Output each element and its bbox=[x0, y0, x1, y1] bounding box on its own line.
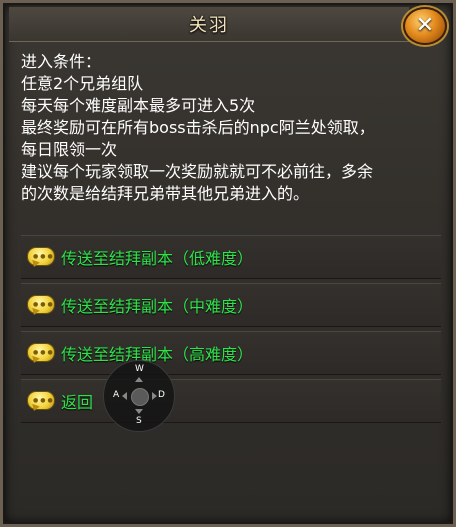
speech-bubble-icon: ●●● bbox=[27, 391, 55, 413]
speech-bubble-icon: ●●● bbox=[27, 247, 55, 269]
description-line: 任意2个兄弟组队 bbox=[21, 74, 144, 93]
joystick-right-label: D bbox=[158, 390, 165, 400]
joystick-down-label: S bbox=[136, 416, 142, 426]
arrow-up-icon bbox=[135, 377, 143, 382]
dialog-title-bar: 关羽 bbox=[9, 7, 409, 42]
option-label: 传送至结拜副本（低难度） bbox=[61, 249, 254, 268]
arrow-down-icon bbox=[135, 409, 143, 414]
description-line: 进入条件： bbox=[21, 52, 102, 71]
description-line: 建议每个玩家领取一次奖励就就可不必前往，多余 bbox=[21, 162, 374, 181]
option-teleport-high[interactable]: ●●● 传送至结拜副本（高难度） bbox=[21, 331, 441, 375]
description-line: 最终奖励可在所有boss击杀后的npc阿兰处领取， bbox=[21, 118, 375, 137]
speech-bubble-icon: ●●● bbox=[27, 295, 55, 317]
option-back[interactable]: ●●● 返回 bbox=[21, 379, 441, 423]
dialog-options: ●●● 传送至结拜副本（低难度） ●●● 传送至结拜副本（中难度） ●●● 传送… bbox=[21, 235, 441, 427]
close-icon: ✕ bbox=[415, 13, 435, 38]
dialog-title: 关羽 bbox=[189, 15, 229, 36]
speech-bubble-icon: ●●● bbox=[27, 343, 55, 365]
joystick-left-label: A bbox=[113, 390, 120, 400]
npc-dialog-panel: 关羽 ✕ 进入条件： 任意2个兄弟组队 每天每个难度副本最多可进入5次 最终奖励… bbox=[0, 0, 456, 527]
dialog-description: 进入条件： 任意2个兄弟组队 每天每个难度副本最多可进入5次 最终奖励可在所有b… bbox=[21, 51, 441, 205]
description-line: 每日限领一次 bbox=[21, 140, 118, 159]
close-button[interactable]: ✕ bbox=[403, 7, 447, 45]
description-line: 的次数是给结拜兄弟带其他兄弟进入的。 bbox=[21, 184, 310, 203]
joystick-up-label: W bbox=[135, 364, 144, 374]
option-teleport-low[interactable]: ●●● 传送至结拜副本（低难度） bbox=[21, 235, 441, 279]
description-line: 每天每个难度副本最多可进入5次 bbox=[21, 96, 256, 115]
option-label: 传送至结拜副本（高难度） bbox=[61, 345, 254, 364]
arrow-left-icon bbox=[122, 392, 127, 400]
joystick-knob[interactable] bbox=[131, 388, 149, 406]
option-label: 返回 bbox=[61, 393, 94, 412]
option-teleport-medium[interactable]: ●●● 传送至结拜副本（中难度） bbox=[21, 283, 441, 327]
arrow-right-icon bbox=[152, 392, 157, 400]
virtual-joystick[interactable]: W A D S bbox=[103, 360, 175, 432]
option-label: 传送至结拜副本（中难度） bbox=[61, 297, 254, 316]
